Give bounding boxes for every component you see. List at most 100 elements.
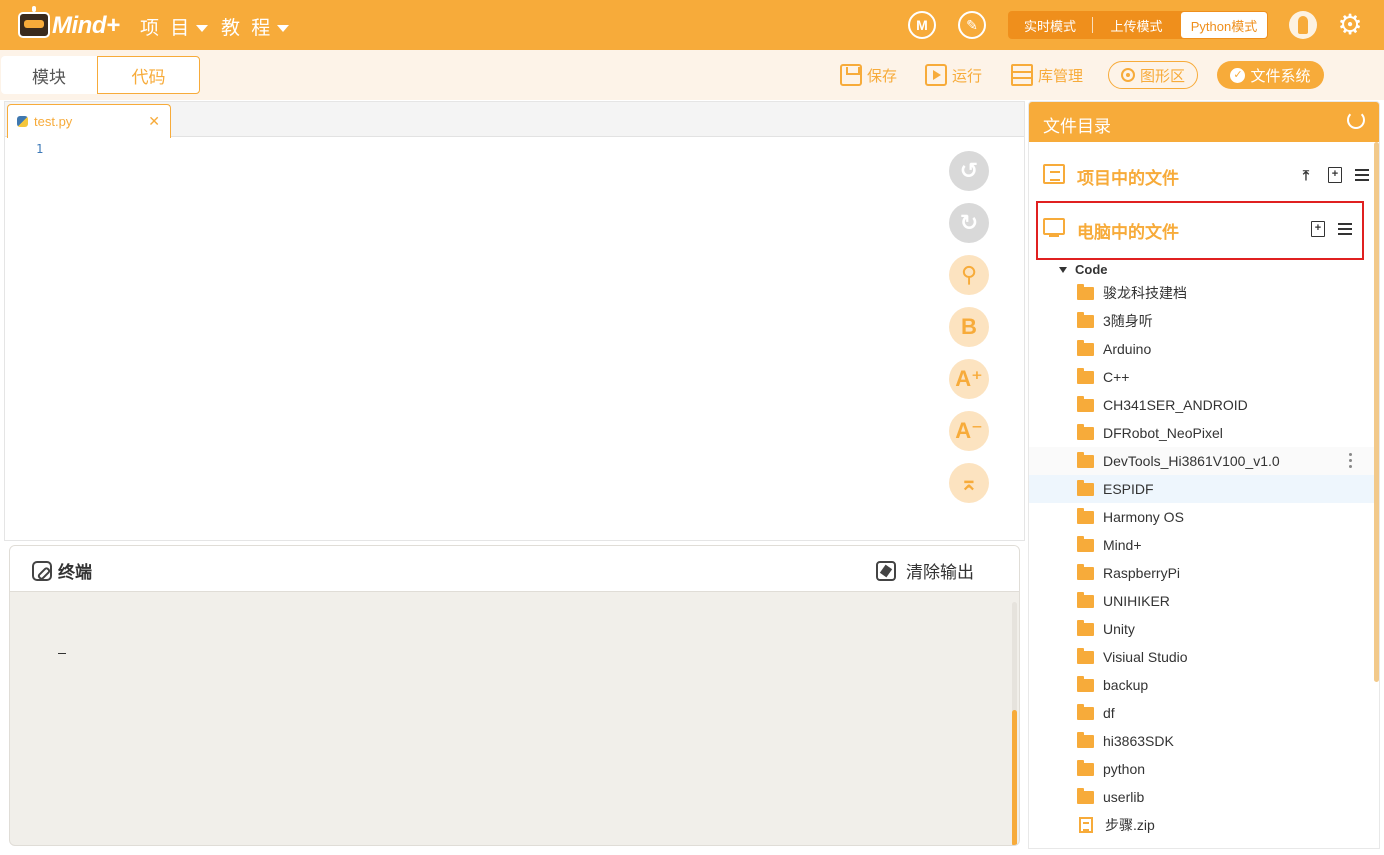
folder-icon [1077, 339, 1094, 356]
folder-icon [1077, 451, 1094, 468]
run-label: 运行 [952, 67, 983, 85]
check-icon: ✓ [1230, 67, 1246, 83]
new-file-icon[interactable]: + [1328, 167, 1342, 183]
menu-tutorial-label: 教 程 [221, 18, 274, 39]
tree-folder[interactable]: userlib [1029, 783, 1379, 811]
tree-item-label: CH341SER_ANDROID [1103, 397, 1248, 413]
terminal-cursor[interactable] [58, 653, 66, 654]
more-options-icon[interactable] [1349, 453, 1353, 471]
avatar[interactable] [1289, 11, 1317, 39]
top-header: Mind+ 项 目 教 程 M ✎ 实时模式 上传模式 Python模式 ⚙ [0, 0, 1384, 50]
tree-item-label: python [1103, 761, 1146, 777]
terminal-panel: 终端 清除输出 [9, 545, 1020, 846]
folder-icon [1077, 423, 1094, 440]
tree-folder[interactable]: ESPIDF [1029, 475, 1379, 503]
tree-item-label: userlib [1103, 789, 1145, 805]
scroll-top-icon[interactable]: ⌅ [949, 463, 989, 503]
refresh-icon[interactable] [1347, 111, 1365, 129]
tree-folder[interactable]: 骏龙科技建档 [1029, 279, 1379, 307]
folder-icon [1077, 395, 1094, 412]
zip-file-icon [1079, 817, 1093, 833]
tree-folder[interactable]: hi3863SDK [1029, 727, 1379, 755]
search-icon[interactable]: ⚲ [949, 255, 989, 295]
menu-icon[interactable] [1355, 169, 1369, 181]
mode-realtime[interactable]: 实时模式 [1008, 12, 1092, 38]
tree-root-code[interactable]: Code [1059, 262, 1108, 277]
terminal-title: 终端 [32, 558, 92, 583]
project-files-section[interactable]: 项目中的文件 ⤒ + [1029, 154, 1379, 198]
tree-folder[interactable]: CH341SER_ANDROID [1029, 391, 1379, 419]
dashboard-icon[interactable]: M [908, 11, 936, 39]
folder-icon [1077, 703, 1094, 720]
mode-python[interactable]: Python模式 [1181, 12, 1267, 38]
filesystem-button[interactable]: ✓ 文件系统 [1217, 61, 1324, 89]
library-button[interactable]: 库管理 [1011, 63, 1083, 87]
menu-project[interactable]: 项 目 [140, 13, 209, 40]
tree-item-label: Mind+ [1103, 537, 1142, 553]
gear-icon[interactable]: ⚙ [1336, 11, 1364, 39]
chevron-down-icon [277, 24, 290, 32]
tree-folder[interactable]: C++ [1029, 363, 1379, 391]
folder-icon [1077, 507, 1094, 524]
folder-icon [1077, 619, 1094, 636]
file-panel-scrollbar[interactable] [1374, 142, 1379, 682]
mode-upload[interactable]: 上传模式 [1092, 17, 1180, 34]
python-icon [17, 116, 28, 127]
tree-folder[interactable]: df [1029, 699, 1379, 727]
tree-folder[interactable]: DFRobot_NeoPixel [1029, 419, 1379, 447]
mode-switcher: 实时模式 上传模式 Python模式 [1008, 11, 1268, 39]
project-files-title: 项目中的文件 [1077, 169, 1179, 188]
tree-item-label: Arduino [1103, 341, 1152, 357]
tree-folder[interactable]: Mind+ [1029, 531, 1379, 559]
tree-folder[interactable]: python [1029, 755, 1379, 783]
undo-icon[interactable]: ↺ [949, 151, 989, 191]
graph-area-button[interactable]: 图形区 [1108, 61, 1198, 89]
link-icon [32, 560, 52, 581]
code-editor[interactable]: test.py ✕ 1 ↺ ↻ ⚲ B A⁺ A⁻ ⌅ [4, 101, 1025, 541]
edit-icon[interactable]: ✎ [958, 11, 986, 39]
upload-icon[interactable]: ⤒ [1299, 167, 1313, 183]
tree-item-label: 步骤.zip [1105, 817, 1155, 833]
tree-item-label: 3随身听 [1103, 313, 1153, 329]
font-decrease-icon[interactable]: A⁻ [949, 411, 989, 451]
library-label: 库管理 [1038, 67, 1084, 85]
menu-project-label: 项 目 [140, 18, 193, 39]
tree-item-label: df [1103, 705, 1115, 721]
tab-blocks[interactable]: 模块 [1, 56, 97, 94]
format-icon[interactable]: B [949, 307, 989, 347]
tree-folder[interactable]: backup [1029, 671, 1379, 699]
tree-folder[interactable]: UNIHIKER [1029, 587, 1379, 615]
clear-output-button[interactable]: 清除输出 [876, 558, 974, 583]
run-button[interactable]: 运行 [925, 63, 982, 87]
highlight-box [1036, 201, 1364, 260]
folder-icon [1077, 787, 1094, 804]
folder-list-icon [1043, 164, 1065, 184]
tree-folder[interactable]: Harmony OS [1029, 503, 1379, 531]
tab-file-name: test.py [34, 114, 73, 129]
redo-icon[interactable]: ↻ [949, 203, 989, 243]
tree-folder[interactable]: Unity [1029, 615, 1379, 643]
clear-output-label: 清除输出 [906, 563, 974, 582]
folder-icon [1077, 759, 1094, 776]
folder-icon [1077, 591, 1094, 608]
tree-folder[interactable]: 3随身听 [1029, 307, 1379, 335]
tree-item-label: Visiual Studio [1103, 649, 1188, 665]
tree-item-label: ESPIDF [1103, 481, 1154, 497]
folder-icon [1077, 283, 1094, 300]
font-increase-icon[interactable]: A⁺ [949, 359, 989, 399]
play-icon [925, 64, 947, 86]
menu-tutorial[interactable]: 教 程 [221, 13, 290, 40]
tree-folder[interactable]: RaspberryPi [1029, 559, 1379, 587]
save-label: 保存 [867, 67, 898, 85]
file-directory-header: 文件目录 [1029, 102, 1379, 142]
terminal-scrollbar[interactable] [1012, 710, 1017, 845]
close-icon[interactable]: ✕ [148, 113, 160, 130]
mindplus-logo[interactable]: Mind+ [18, 6, 120, 42]
tree-folder[interactable]: Arduino [1029, 335, 1379, 363]
tab-test-py[interactable]: test.py ✕ [7, 104, 171, 138]
tree-folder[interactable]: DevTools_Hi3861V100_v1.0 [1029, 447, 1379, 475]
tree-file[interactable]: 步骤.zip [1029, 811, 1379, 839]
tab-code[interactable]: 代码 [97, 56, 200, 94]
save-button[interactable]: 保存 [840, 63, 897, 87]
tree-folder[interactable]: Visiual Studio [1029, 643, 1379, 671]
